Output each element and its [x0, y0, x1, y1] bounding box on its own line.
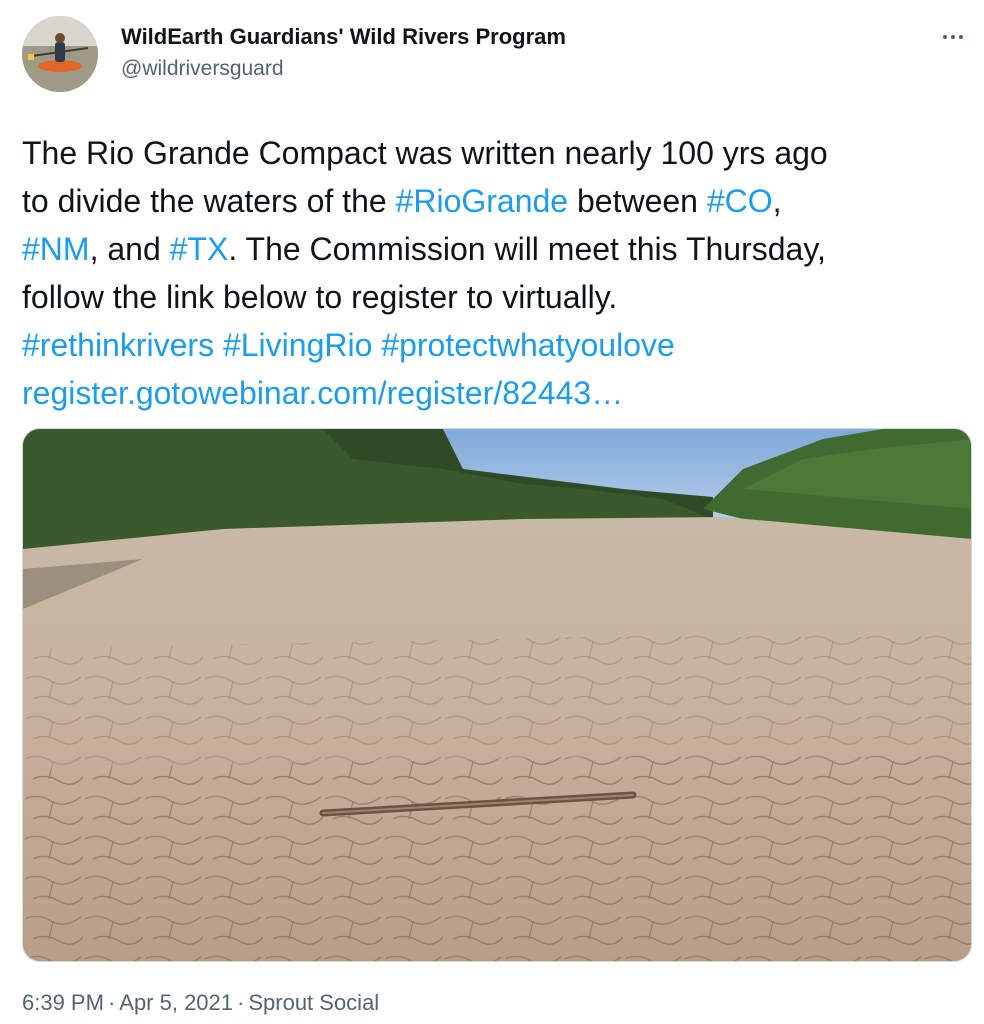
tweet-line-3: #NM, and #TX. The Commission will meet t… — [22, 225, 962, 273]
tweet-line-6: register.gotowebinar.com/register/82443… — [22, 369, 962, 417]
hashtag-co-link[interactable]: #CO — [707, 183, 773, 219]
meta-separator: · — [237, 990, 245, 1015]
tweet-source-link[interactable]: Sprout Social — [248, 990, 379, 1015]
author-handle[interactable]: @wildriversguard — [121, 57, 284, 81]
tweet-card: WildEarth Guardians' Wild Rivers Program… — [0, 0, 984, 1024]
register-url-link[interactable]: register.gotowebinar.com/register/82443… — [22, 375, 623, 411]
more-dot — [951, 35, 955, 39]
kayaker-icon — [22, 16, 98, 92]
tweet-text-segment: The Rio Grande Compact was written nearl… — [22, 135, 828, 171]
tweet-text-segment: follow the link below to register to vir… — [22, 279, 618, 315]
hashtag-tx-link[interactable]: #TX — [170, 231, 229, 267]
tweet-media-photo[interactable] — [22, 428, 972, 962]
tweet-time[interactable]: 6:39 PM — [22, 990, 104, 1015]
tweet-text-segment: . The Commission will meet this Thursday… — [228, 231, 826, 267]
hashtag-rethinkrivers-link[interactable]: #rethinkrivers — [22, 327, 214, 363]
tweet-text-segment: to divide the waters of the — [22, 183, 396, 219]
author-display-name[interactable]: WildEarth Guardians' Wild Rivers Program — [121, 24, 566, 50]
tweet-text: The Rio Grande Compact was written nearl… — [22, 129, 962, 417]
tweet-date[interactable]: Apr 5, 2021 — [119, 990, 233, 1015]
tweet-text-segment: , — [772, 183, 782, 219]
more-dot — [959, 35, 963, 39]
more-options-icon[interactable] — [936, 24, 970, 50]
hashtag-riogrande-link[interactable]: #RioGrande — [396, 183, 569, 219]
tweet-text-segment: , and — [89, 231, 170, 267]
tweet-line-1: The Rio Grande Compact was written nearl… — [22, 129, 962, 177]
hashtag-livingrio-link[interactable]: #LivingRio — [223, 327, 372, 363]
hashtag-nm-link[interactable]: #NM — [22, 231, 90, 267]
tweet-meta: 6:39 PM · Apr 5, 2021 · Sprout Social — [22, 990, 379, 1016]
tweet-text-segment: between — [568, 183, 707, 219]
tweet-line-2: to divide the waters of the #RioGrande b… — [22, 177, 962, 225]
author-avatar[interactable] — [22, 16, 98, 92]
tweet-line-4: follow the link below to register to vir… — [22, 273, 962, 321]
more-dot — [943, 35, 947, 39]
hashtag-protectwhatyoulove-link[interactable]: #protectwhatyoulove — [381, 327, 675, 363]
dry-riverbed-image — [23, 429, 971, 961]
tweet-line-5: #rethinkrivers #LivingRio #protectwhatyo… — [22, 321, 962, 369]
meta-separator: · — [107, 990, 116, 1015]
